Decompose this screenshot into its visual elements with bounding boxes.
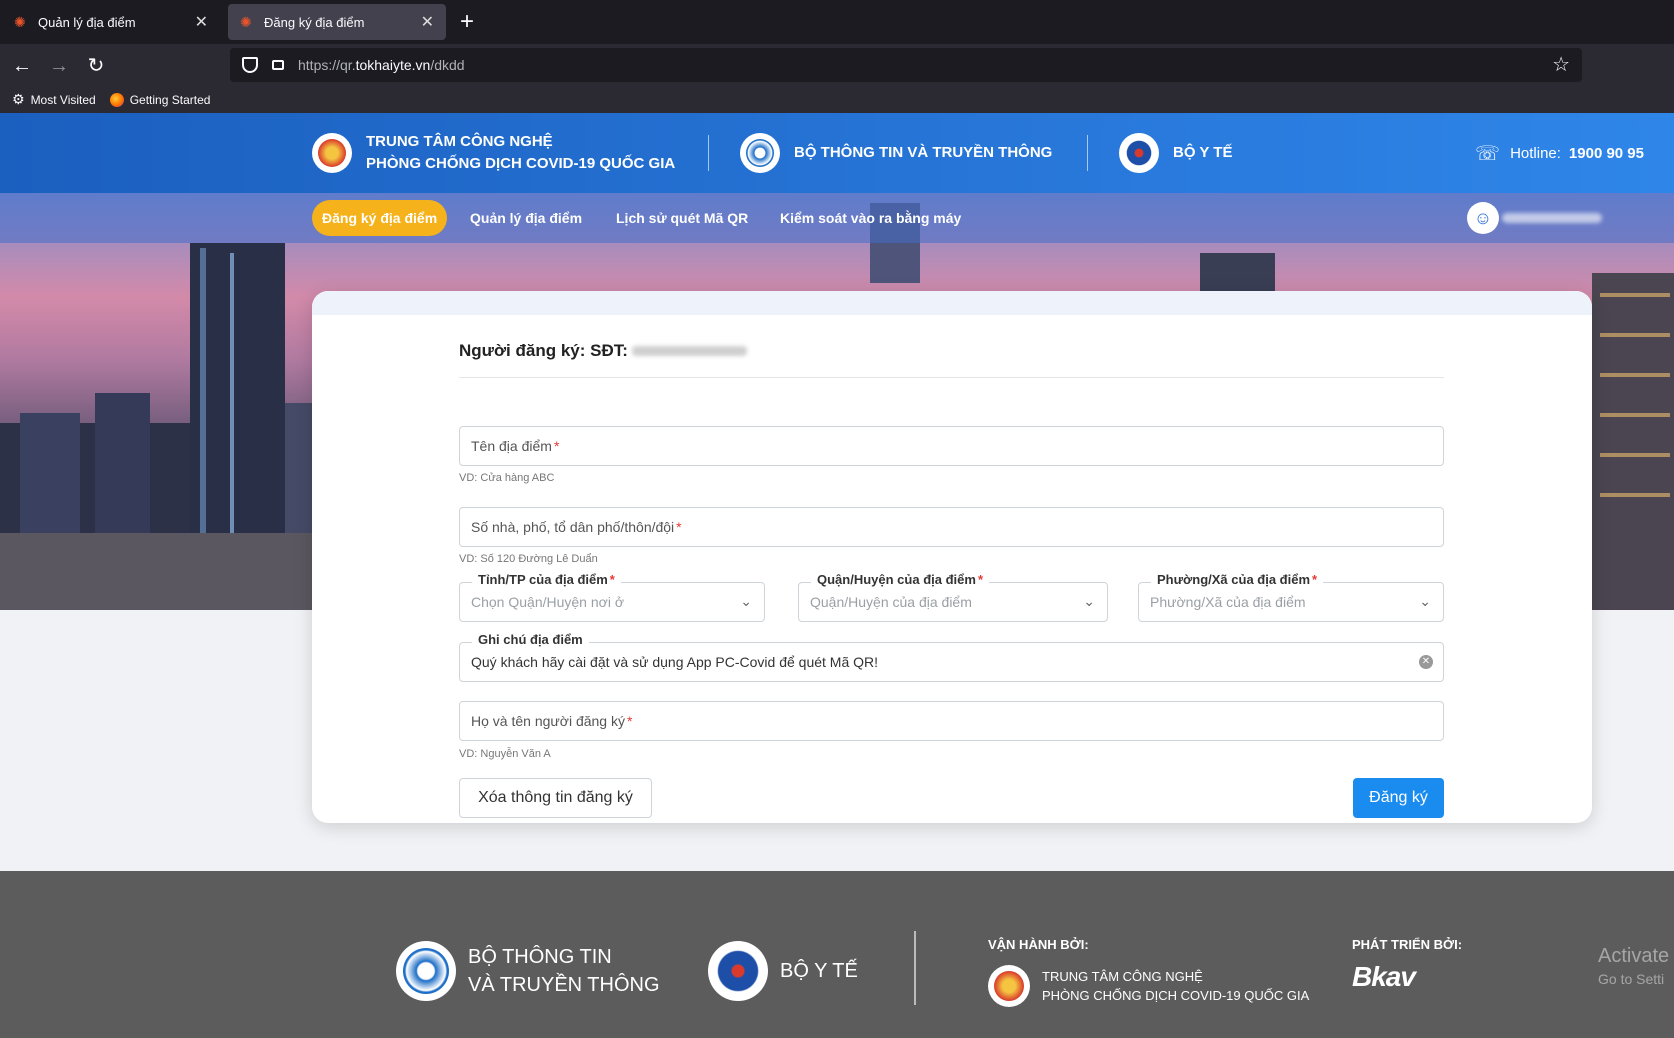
district-select[interactable]: Quận/Huyện của địa điểm * Quận/Huyện của … xyxy=(798,572,1108,622)
bookmark-most-visited[interactable]: ⚙ Most Visited xyxy=(12,91,96,108)
hotline[interactable]: ☏ Hotline: 1900 90 95 xyxy=(1475,113,1644,193)
footer-operator: TRUNG TÂM CÔNG NGHỆ PHÒNG CHỐNG DỊCH COV… xyxy=(988,965,1309,1007)
tab-title: Đăng ký địa điểm xyxy=(264,14,365,30)
site-footer: BỘ THÔNG TIN VÀ TRUYỀN THÔNG BỘ Y TẾ VẬN… xyxy=(0,871,1674,1038)
note-label: Ghi chú địa điểm xyxy=(472,632,589,647)
tab-dang-ky-dia-diem[interactable]: ✺ Đăng ký địa điểm ✕ xyxy=(228,4,446,40)
chevron-down-icon: ⌄ xyxy=(1083,593,1095,609)
org1-line2: PHÒNG CHỐNG DỊCH COVID-19 QUỐC GIA xyxy=(366,155,676,172)
windows-activate-watermark-sub: Go to Setti xyxy=(1598,971,1665,987)
shield-icon[interactable] xyxy=(242,57,258,73)
chevron-down-icon: ⌄ xyxy=(740,593,752,609)
forward-arrow-icon[interactable]: → xyxy=(45,52,73,80)
site-header: TRUNG TÂM CÔNG NGHỆ PHÒNG CHỐNG DỊCH COV… xyxy=(0,113,1674,193)
footer-mic: BỘ THÔNG TIN VÀ TRUYỀN THÔNG xyxy=(396,941,660,1001)
bkav-logo: Bkav xyxy=(1352,961,1416,992)
developed-by-caption: PHÁT TRIỂN BỞI: xyxy=(1352,937,1463,952)
windows-activate-watermark: Activate xyxy=(1598,945,1670,967)
header-divider xyxy=(708,135,709,171)
back-arrow-icon[interactable]: ← xyxy=(8,52,36,80)
form-body: Người đăng ký: SĐT: Tên địa điểm * VD: Cử… xyxy=(459,341,1444,818)
fullname-input[interactable]: Họ và tên người đăng ký * xyxy=(459,701,1444,741)
covid-center-logo-icon xyxy=(312,133,352,173)
org-mic: BỘ THÔNG TIN VÀ TRUYỀN THÔNG xyxy=(740,113,1052,193)
register-button[interactable]: Đăng ký xyxy=(1353,778,1444,818)
province-select[interactable]: Tỉnh/TP của địa điểm * Chọn Quận/Huyện nơ… xyxy=(459,572,765,622)
registrant-heading: Người đăng ký: SĐT: xyxy=(459,341,1444,361)
footer-mic-line1: BỘ THÔNG TIN xyxy=(468,946,612,968)
phone-number-redacted xyxy=(631,346,747,356)
user-avatar-icon[interactable]: ☺ xyxy=(1467,202,1499,234)
mic-logo-icon xyxy=(740,133,780,173)
address-hint: VD: Số 120 Đường Lê Duẩn xyxy=(459,553,598,565)
mic-logo-icon xyxy=(396,941,456,1001)
org1-line1: TRUNG TÂM CÔNG NGHỆ xyxy=(366,133,553,150)
nav-dang-ky-dia-diem[interactable]: Đăng ký địa điểm xyxy=(312,200,448,236)
location-name-hint: VD: Cửa hàng ABC xyxy=(459,472,555,484)
clear-x-icon[interactable]: ✕ xyxy=(1419,655,1433,669)
browser-nav-bar: ← → ↻ https://qr.tokhaiyte.vn/dkdd ☆ xyxy=(0,44,1674,86)
reload-icon[interactable]: ↻ xyxy=(82,52,110,80)
form-divider xyxy=(459,377,1444,378)
virus-favicon-icon: ✺ xyxy=(14,14,26,30)
ward-label: Phường/Xã của địa điểm * xyxy=(1151,572,1324,587)
lock-icon[interactable] xyxy=(272,60,284,70)
tab-title: Quản lý địa điểm xyxy=(38,14,136,30)
covid-center-logo-icon xyxy=(988,965,1030,1007)
new-tab-plus-icon[interactable]: + xyxy=(460,8,474,36)
footer-divider xyxy=(914,931,916,1005)
card-top-strip xyxy=(312,291,1592,315)
registration-form-card: Người đăng ký: SĐT: Tên địa điểm * VD: Cử… xyxy=(312,291,1592,823)
user-name-redacted[interactable] xyxy=(1502,213,1602,223)
note-input[interactable]: Ghi chú địa điểm Quý khách hãy cài đặt v… xyxy=(459,632,1444,682)
close-icon[interactable]: ✕ xyxy=(421,12,434,32)
chevron-down-icon: ⌄ xyxy=(1419,593,1431,609)
location-name-input[interactable]: Tên địa điểm * xyxy=(459,426,1444,466)
gear-icon: ⚙ xyxy=(12,91,25,107)
clear-form-button[interactable]: Xóa thông tin đăng ký xyxy=(459,778,652,818)
footer-moh-name: BỘ Y TẾ xyxy=(780,960,858,982)
firefox-icon xyxy=(109,92,124,107)
nav-quan-ly-dia-diem[interactable]: Quản lý địa điểm xyxy=(460,200,592,236)
virus-favicon-icon: ✺ xyxy=(240,14,252,30)
phone-icon: ☏ xyxy=(1475,142,1501,165)
org2-name: BỘ THÔNG TIN VÀ TRUYỀN THÔNG xyxy=(794,144,1053,161)
nav-lich-su-quet-qr[interactable]: Lịch sử quét Mã QR xyxy=(606,200,758,236)
operated-by-caption: VẬN HÀNH BỞI: xyxy=(988,937,1089,952)
org3-name: BỘ Y TẾ xyxy=(1173,144,1233,161)
close-icon[interactable]: ✕ xyxy=(195,12,208,32)
footer-moh: BỘ Y TẾ xyxy=(708,941,858,1001)
header-divider xyxy=(1087,135,1088,171)
tab-quan-ly-dia-diem[interactable]: ✺ Quản lý địa điểm ✕ xyxy=(2,4,220,40)
url-text[interactable]: https://qr.tokhaiyte.vn/dkdd xyxy=(298,57,465,73)
bookmark-getting-started[interactable]: Getting Started xyxy=(109,92,210,107)
browser-tab-bar: ✺ Quản lý địa điểm ✕ ✺ Đăng ký địa điểm … xyxy=(0,0,1674,44)
moh-logo-icon xyxy=(1119,133,1159,173)
bookmarks-toolbar: ⚙ Most Visited Getting Started xyxy=(0,86,1674,113)
fullname-hint: VD: Nguyễn Văn A xyxy=(459,748,551,760)
province-label: Tỉnh/TP của địa điểm * xyxy=(472,572,621,587)
bookmark-star-icon[interactable]: ☆ xyxy=(1552,52,1570,77)
nav-kiem-soat-vao-ra[interactable]: Kiểm soát vào ra bằng máy xyxy=(770,200,971,236)
org-covid-center: TRUNG TÂM CÔNG NGHỆ PHÒNG CHỐNG DỊCH COV… xyxy=(312,113,675,193)
url-bar[interactable]: https://qr.tokhaiyte.vn/dkdd ☆ xyxy=(230,48,1582,82)
district-label: Quận/Huyện của địa điểm * xyxy=(811,572,989,587)
hotline-number: 1900 90 95 xyxy=(1568,144,1644,162)
moh-logo-icon xyxy=(708,941,768,1001)
footer-mic-line2: VÀ TRUYỀN THÔNG xyxy=(468,974,660,996)
address-input[interactable]: Số nhà, phố, tổ dân phố/thôn/đội * xyxy=(459,507,1444,547)
ward-select[interactable]: Phường/Xã của địa điểm * Phường/Xã của đị… xyxy=(1138,572,1444,622)
org-moh: BỘ Y TẾ xyxy=(1119,113,1232,193)
